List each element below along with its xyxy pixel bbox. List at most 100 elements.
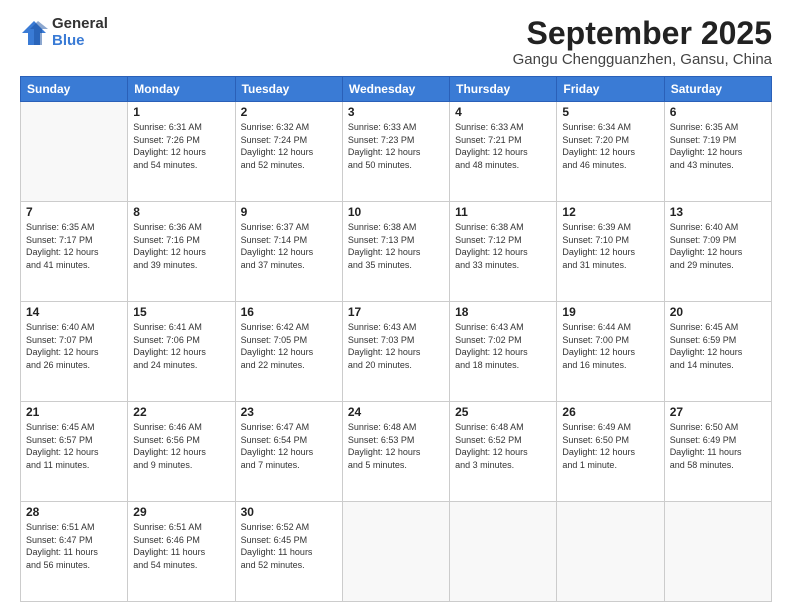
day-info: Sunrise: 6:48 AM Sunset: 6:53 PM Dayligh… [348, 421, 444, 471]
day-cell [21, 102, 128, 202]
day-cell: 21 Sunrise: 6:45 AM Sunset: 6:57 PM Dayli… [21, 402, 128, 502]
day-cell: 4 Sunrise: 6:33 AM Sunset: 7:21 PM Daylig… [450, 102, 557, 202]
day-number: 25 [455, 405, 551, 419]
day-info: Sunrise: 6:41 AM Sunset: 7:06 PM Dayligh… [133, 321, 229, 371]
day-cell [557, 502, 664, 602]
day-number: 8 [133, 205, 229, 219]
day-info: Sunrise: 6:52 AM Sunset: 6:45 PM Dayligh… [241, 521, 337, 571]
logo-text: General Blue [52, 16, 108, 49]
day-number: 7 [26, 205, 122, 219]
day-number: 20 [670, 305, 766, 319]
day-info: Sunrise: 6:42 AM Sunset: 7:05 PM Dayligh… [241, 321, 337, 371]
day-info: Sunrise: 6:40 AM Sunset: 7:07 PM Dayligh… [26, 321, 122, 371]
day-cell: 24Sunrise: 6:48 AM Sunset: 6:53 PM Dayli… [342, 402, 449, 502]
day-number: 4 [455, 105, 551, 119]
day-info: Sunrise: 6:38 AM Sunset: 7:12 PM Dayligh… [455, 221, 551, 271]
day-cell: 2 Sunrise: 6:32 AM Sunset: 7:24 PM Daylig… [235, 102, 342, 202]
day-info: Sunrise: 6:37 AM Sunset: 7:14 PM Dayligh… [241, 221, 337, 271]
week-row-1: 1Sunrise: 6:31 AM Sunset: 7:26 PM Daylig… [21, 102, 772, 202]
day-cell: 19 Sunrise: 6:44 AM Sunset: 7:00 PM Dayli… [557, 302, 664, 402]
weekday-saturday: Saturday [664, 77, 771, 102]
weekday-row: SundayMondayTuesdayWednesdayThursdayFrid… [21, 77, 772, 102]
day-info: Sunrise: 6:45 AM Sunset: 6:57 PM Dayligh… [26, 421, 122, 471]
day-cell: 25 Sunrise: 6:48 AM Sunset: 6:52 PM Dayli… [450, 402, 557, 502]
day-number: 10 [348, 205, 444, 219]
day-cell: 12Sunrise: 6:39 AM Sunset: 7:10 PM Dayli… [557, 202, 664, 302]
day-info: Sunrise: 6:33 AM Sunset: 7:21 PM Dayligh… [455, 121, 551, 171]
day-number: 30 [241, 505, 337, 519]
day-number: 22 [133, 405, 229, 419]
day-info: Sunrise: 6:31 AM Sunset: 7:26 PM Dayligh… [133, 121, 229, 171]
day-number: 28 [26, 505, 122, 519]
logo: General Blue [20, 16, 108, 49]
logo-icon [20, 19, 48, 47]
calendar: SundayMondayTuesdayWednesdayThursdayFrid… [20, 76, 772, 602]
day-number: 11 [455, 205, 551, 219]
day-cell: 22Sunrise: 6:46 AM Sunset: 6:56 PM Dayli… [128, 402, 235, 502]
day-info: Sunrise: 6:44 AM Sunset: 7:00 PM Dayligh… [562, 321, 658, 371]
day-cell: 5 Sunrise: 6:34 AM Sunset: 7:20 PM Daylig… [557, 102, 664, 202]
day-cell: 30 Sunrise: 6:52 AM Sunset: 6:45 PM Dayli… [235, 502, 342, 602]
week-row-2: 7Sunrise: 6:35 AM Sunset: 7:17 PM Daylig… [21, 202, 772, 302]
location: Gangu Chengguanzhen, Gansu, China [513, 51, 772, 68]
weekday-friday: Friday [557, 77, 664, 102]
title-block: September 2025 Gangu Chengguanzhen, Gans… [513, 16, 772, 68]
day-cell: 23 Sunrise: 6:47 AM Sunset: 6:54 PM Dayli… [235, 402, 342, 502]
day-info: Sunrise: 6:40 AM Sunset: 7:09 PM Dayligh… [670, 221, 766, 271]
day-cell: 27 Sunrise: 6:50 AM Sunset: 6:49 PM Dayli… [664, 402, 771, 502]
month-title: September 2025 [513, 16, 772, 51]
day-cell: 29Sunrise: 6:51 AM Sunset: 6:46 PM Dayli… [128, 502, 235, 602]
weekday-monday: Monday [128, 77, 235, 102]
day-number: 5 [562, 105, 658, 119]
day-cell [664, 502, 771, 602]
day-info: Sunrise: 6:48 AM Sunset: 6:52 PM Dayligh… [455, 421, 551, 471]
day-info: Sunrise: 6:45 AM Sunset: 6:59 PM Dayligh… [670, 321, 766, 371]
day-info: Sunrise: 6:35 AM Sunset: 7:19 PM Dayligh… [670, 121, 766, 171]
day-info: Sunrise: 6:49 AM Sunset: 6:50 PM Dayligh… [562, 421, 658, 471]
day-number: 19 [562, 305, 658, 319]
day-number: 6 [670, 105, 766, 119]
day-number: 21 [26, 405, 122, 419]
day-info: Sunrise: 6:51 AM Sunset: 6:46 PM Dayligh… [133, 521, 229, 571]
weekday-sunday: Sunday [21, 77, 128, 102]
day-number: 23 [241, 405, 337, 419]
day-cell: 18 Sunrise: 6:43 AM Sunset: 7:02 PM Dayli… [450, 302, 557, 402]
weekday-wednesday: Wednesday [342, 77, 449, 102]
day-number: 14 [26, 305, 122, 319]
day-number: 9 [241, 205, 337, 219]
day-cell: 16 Sunrise: 6:42 AM Sunset: 7:05 PM Dayli… [235, 302, 342, 402]
day-cell: 9 Sunrise: 6:37 AM Sunset: 7:14 PM Daylig… [235, 202, 342, 302]
day-cell [342, 502, 449, 602]
day-cell: 8Sunrise: 6:36 AM Sunset: 7:16 PM Daylig… [128, 202, 235, 302]
day-info: Sunrise: 6:33 AM Sunset: 7:23 PM Dayligh… [348, 121, 444, 171]
day-cell: 3Sunrise: 6:33 AM Sunset: 7:23 PM Daylig… [342, 102, 449, 202]
day-number: 27 [670, 405, 766, 419]
day-info: Sunrise: 6:50 AM Sunset: 6:49 PM Dayligh… [670, 421, 766, 471]
weekday-tuesday: Tuesday [235, 77, 342, 102]
day-cell: 10 Sunrise: 6:38 AM Sunset: 7:13 PM Dayli… [342, 202, 449, 302]
day-number: 2 [241, 105, 337, 119]
day-cell: 1Sunrise: 6:31 AM Sunset: 7:26 PM Daylig… [128, 102, 235, 202]
day-number: 13 [670, 205, 766, 219]
day-info: Sunrise: 6:47 AM Sunset: 6:54 PM Dayligh… [241, 421, 337, 471]
calendar-body: 1Sunrise: 6:31 AM Sunset: 7:26 PM Daylig… [21, 102, 772, 602]
day-cell: 20 Sunrise: 6:45 AM Sunset: 6:59 PM Dayli… [664, 302, 771, 402]
day-cell: 13 Sunrise: 6:40 AM Sunset: 7:09 PM Dayli… [664, 202, 771, 302]
weekday-thursday: Thursday [450, 77, 557, 102]
day-info: Sunrise: 6:38 AM Sunset: 7:13 PM Dayligh… [348, 221, 444, 271]
week-row-4: 21 Sunrise: 6:45 AM Sunset: 6:57 PM Dayli… [21, 402, 772, 502]
day-info: Sunrise: 6:34 AM Sunset: 7:20 PM Dayligh… [562, 121, 658, 171]
day-number: 15 [133, 305, 229, 319]
week-row-3: 14 Sunrise: 6:40 AM Sunset: 7:07 PM Dayli… [21, 302, 772, 402]
day-info: Sunrise: 6:43 AM Sunset: 7:02 PM Dayligh… [455, 321, 551, 371]
day-cell: 6 Sunrise: 6:35 AM Sunset: 7:19 PM Daylig… [664, 102, 771, 202]
day-cell: 7Sunrise: 6:35 AM Sunset: 7:17 PM Daylig… [21, 202, 128, 302]
day-info: Sunrise: 6:32 AM Sunset: 7:24 PM Dayligh… [241, 121, 337, 171]
day-number: 18 [455, 305, 551, 319]
day-info: Sunrise: 6:43 AM Sunset: 7:03 PM Dayligh… [348, 321, 444, 371]
day-cell: 15 Sunrise: 6:41 AM Sunset: 7:06 PM Dayli… [128, 302, 235, 402]
calendar-header: SundayMondayTuesdayWednesdayThursdayFrid… [21, 77, 772, 102]
page: General Blue September 2025 Gangu Chengg… [0, 0, 792, 612]
day-info: Sunrise: 6:39 AM Sunset: 7:10 PM Dayligh… [562, 221, 658, 271]
day-number: 16 [241, 305, 337, 319]
